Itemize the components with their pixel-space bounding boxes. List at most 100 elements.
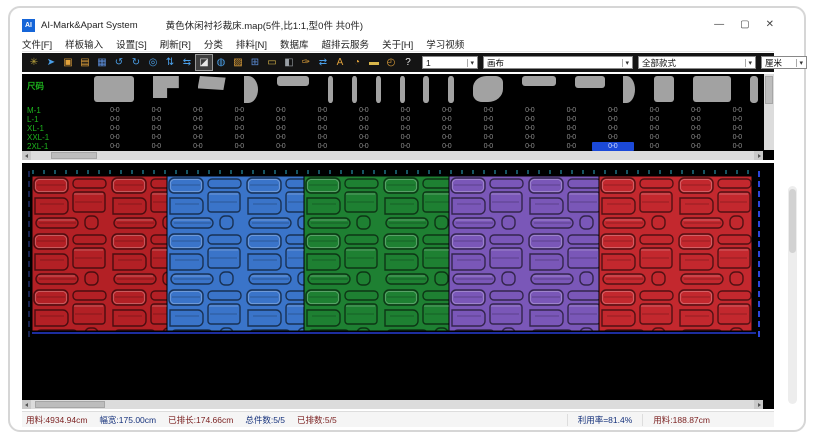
pattern-piece-thumbnail[interactable] (749, 76, 758, 103)
count-cell[interactable]: 0-0 (343, 115, 385, 124)
count-cell[interactable]: 0-0 (592, 115, 634, 124)
count-cell[interactable]: 0-0 (343, 142, 385, 151)
chevron-down-icon[interactable]: ▾ (467, 58, 474, 67)
scroll-left-arrow-icon[interactable] (22, 151, 31, 160)
chevron-down-icon[interactable]: ▾ (622, 58, 629, 67)
chevron-down-icon[interactable]: ▾ (745, 58, 752, 67)
count-cell[interactable]: 0-0 (717, 133, 759, 142)
count-cell[interactable]: 0-0 (509, 124, 551, 133)
count-cell[interactable]: 0-0 (468, 142, 510, 151)
zoom-icon[interactable]: ◎ (145, 55, 161, 70)
count-cell[interactable]: 0-0 (343, 124, 385, 133)
count-cell[interactable]: 0-0 (675, 115, 717, 124)
pattern-piece-thumbnail[interactable] (399, 76, 405, 103)
menu-item-about[interactable]: 关于[H] (382, 37, 413, 51)
table-vscroll-thumb[interactable] (765, 76, 773, 104)
count-cell[interactable]: 0-0 (551, 106, 593, 115)
pattern-piece-thumbnail[interactable] (351, 76, 357, 103)
count-cell[interactable]: 0-0 (385, 124, 427, 133)
menu-item-classify[interactable]: 分类 (204, 37, 223, 51)
help-icon[interactable]: ? (400, 55, 416, 70)
marker-block-blue[interactable] (167, 176, 304, 331)
marker-block-red-1[interactable] (32, 176, 167, 331)
count-cell[interactable]: 0-0 (468, 115, 510, 124)
count-cell[interactable]: 0-0 (94, 115, 136, 124)
count-cell[interactable]: 0-0 (177, 106, 219, 115)
count-cell[interactable]: 0-0 (302, 142, 344, 151)
table-vertical-scrollbar[interactable] (764, 74, 774, 150)
count-cell[interactable]: 0-0 (177, 115, 219, 124)
count-cell[interactable]: 0-0 (94, 124, 136, 133)
image-icon[interactable]: ▨ (230, 55, 246, 70)
count-cell[interactable]: 0-0 (509, 142, 551, 151)
pattern-piece-thumbnail[interactable] (197, 76, 226, 90)
count-cell[interactable]: 0-0 (219, 106, 261, 115)
pattern-piece-thumbnail[interactable] (521, 76, 556, 86)
scroll-left-arrow-icon[interactable] (22, 400, 31, 409)
count-cell[interactable]: 0-0 (94, 106, 136, 115)
table-horizontal-scrollbar[interactable] (22, 151, 763, 160)
print-icon[interactable]: ⊞ (247, 55, 263, 70)
count-cell[interactable]: 0-0 (302, 106, 344, 115)
menu-item-pattern-input[interactable]: 样板输入 (65, 37, 103, 51)
text-icon[interactable]: A (332, 55, 348, 70)
count-cell[interactable]: 0-0 (717, 106, 759, 115)
canvas-vscroll-thumb[interactable] (789, 189, 796, 253)
count-cell[interactable]: 0-0 (634, 133, 676, 142)
save-icon[interactable]: ▤ (77, 55, 93, 70)
eraser-icon[interactable]: ◧ (281, 55, 297, 70)
count-cell[interactable]: 0-0 (426, 124, 468, 133)
count-cell[interactable]: 0-0 (94, 142, 136, 151)
count-cell[interactable]: 0-0 (675, 133, 717, 142)
count-cell[interactable]: 0-0 (136, 115, 178, 124)
count-cell[interactable]: 0-0 (302, 133, 344, 142)
count-cell[interactable]: 0-0 (136, 133, 178, 142)
menu-item-file[interactable]: 文件[F] (22, 37, 52, 51)
menu-item-tutorial-videos[interactable]: 学习视频 (426, 37, 464, 51)
count-cell[interactable]: 0-0 (509, 133, 551, 142)
pattern-piece-thumbnail[interactable] (375, 76, 381, 103)
count-cell[interactable]: 0-0 (468, 124, 510, 133)
sheet-icon[interactable]: ◪ (195, 54, 213, 71)
count-cell[interactable]: 0-0 (551, 115, 593, 124)
count-cell[interactable]: 0-0 (260, 133, 302, 142)
menu-item-settings[interactable]: 设置[S] (116, 37, 147, 51)
count-cell[interactable]: 0-0 (177, 142, 219, 151)
marker-canvas[interactable] (22, 163, 774, 409)
count-cell[interactable]: 0-0 (136, 106, 178, 115)
pattern-piece-thumbnail[interactable] (693, 76, 731, 102)
pattern-icon[interactable]: ✳ (26, 55, 42, 70)
undo-icon[interactable]: ↺ (111, 55, 127, 70)
menu-item-nesting[interactable]: 排料[N] (236, 37, 267, 51)
count-cell[interactable]: 0-0 (717, 124, 759, 133)
pattern-piece-thumbnail[interactable] (152, 76, 179, 98)
pattern-piece-thumbnail[interactable] (574, 76, 605, 88)
count-cell[interactable]: 0-0 (219, 124, 261, 133)
count-cell[interactable]: 0-0 (675, 124, 717, 133)
count-cell[interactable]: 0-0 (260, 106, 302, 115)
count-cell[interactable]: 0-0 (551, 124, 593, 133)
count-cell[interactable]: 0-0 (634, 106, 676, 115)
count-cell[interactable]: 0-0 (260, 115, 302, 124)
count-cell[interactable]: 0-0 (675, 142, 717, 151)
selected-count-cell[interactable]: 0-0 (592, 142, 634, 151)
pattern-piece-thumbnail[interactable] (623, 76, 636, 103)
ruler-icon[interactable]: ▭ (264, 55, 280, 70)
redo-icon[interactable]: ↻ (128, 55, 144, 70)
scroll-right-arrow-icon[interactable] (754, 151, 763, 160)
select-arrow-icon[interactable]: ➤ (43, 55, 59, 70)
minimize-button[interactable]: — (714, 20, 724, 30)
count-cell[interactable]: 0-0 (426, 115, 468, 124)
count-cell[interactable]: 0-0 (219, 115, 261, 124)
count-cell[interactable]: 0-0 (509, 106, 551, 115)
count-cell[interactable]: 0-0 (343, 106, 385, 115)
count-cell[interactable]: 0-0 (385, 115, 427, 124)
close-button[interactable]: ✕ (766, 20, 774, 30)
count-cell[interactable]: 0-0 (260, 142, 302, 151)
open-file-icon[interactable]: ▣ (60, 55, 76, 70)
pattern-piece-thumbnail[interactable] (328, 76, 334, 103)
pattern-piece-thumbnail[interactable] (423, 76, 430, 103)
maximize-button[interactable]: ▢ (740, 20, 749, 30)
count-cell[interactable]: 0-0 (717, 115, 759, 124)
count-cell[interactable]: 0-0 (717, 142, 759, 151)
